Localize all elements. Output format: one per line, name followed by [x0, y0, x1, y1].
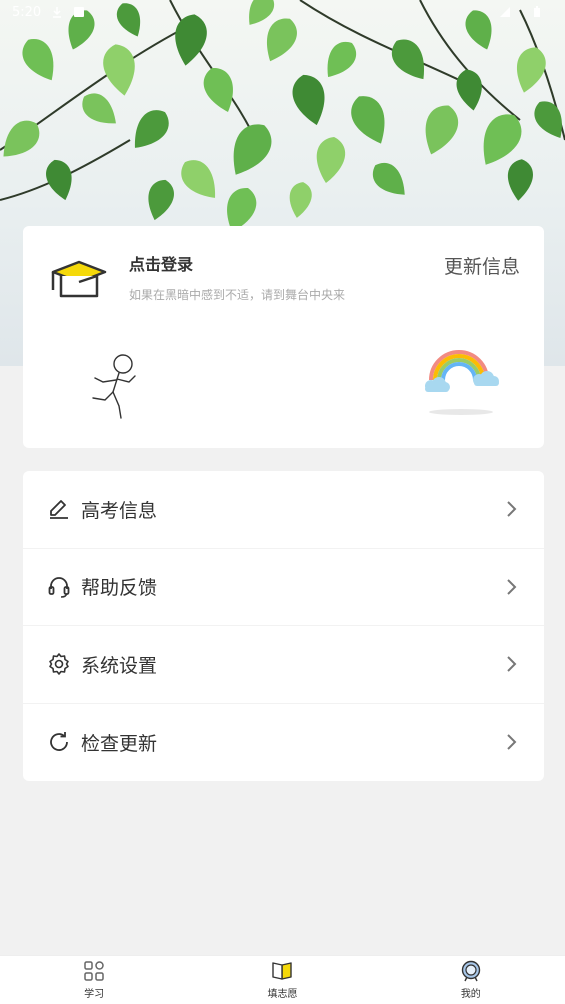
chevron-right-icon [507, 734, 517, 750]
gear-icon [49, 653, 69, 676]
leaf-shape [286, 180, 314, 220]
chevron-right-icon [507, 579, 517, 595]
menu-item-label: 帮助反馈 [81, 577, 158, 600]
leaf-shape [16, 32, 64, 88]
book-icon [272, 962, 293, 980]
download-icon [53, 7, 62, 18]
leaf-shape [174, 153, 226, 207]
menu-item-gaokao-info[interactable]: 高考信息 [23, 471, 544, 549]
rainbow-illustration [425, 350, 499, 415]
leaf-shape [317, 35, 363, 85]
menu-item-label: 检查更新 [81, 732, 158, 755]
chevron-right-icon [507, 501, 517, 517]
leaf-shape [142, 176, 178, 224]
menu-item-check-update[interactable]: 检查更新 [23, 704, 544, 782]
tab-mine[interactable]: 我的 [377, 956, 565, 1004]
leaf-shape [42, 156, 78, 204]
menu-item-label: 高考信息 [81, 499, 158, 522]
status-time: 5:20 [12, 4, 42, 20]
tab-study[interactable]: 学习 [0, 956, 188, 1004]
leaf-shape [366, 156, 414, 204]
leaf-shape [510, 43, 550, 97]
signal-icon [500, 7, 510, 17]
chevron-right-icon [507, 656, 517, 672]
grid-icon [84, 961, 104, 981]
leaf-shape [528, 95, 565, 145]
tab-application[interactable]: 填志愿 [188, 956, 376, 1004]
menu-item-system-settings[interactable]: 系统设置 [23, 626, 544, 704]
pencil-icon [50, 500, 68, 520]
leaf-shape [100, 41, 140, 99]
leaf-shape [344, 89, 396, 151]
leaf-shape [416, 100, 464, 160]
update-info-link[interactable]: 更新信息 [444, 252, 520, 279]
tab-label: 学习 [84, 989, 105, 1000]
menu-item-label: 系统设置 [81, 654, 158, 677]
login-subtitle: 如果在黑暗中感到不适，请到舞台中央来 [129, 288, 346, 302]
leaf-shape [454, 67, 486, 113]
leaf-shape [288, 70, 332, 130]
settings-menu: 高考信息 帮助反馈 系统设置 检查更新 [23, 471, 544, 781]
medal-icon [461, 960, 481, 982]
login-title[interactable]: 点击登录 [129, 251, 193, 275]
profile-card[interactable]: 点击登录 如果在黑暗中感到不适，请到舞台中央来 更新信息 [23, 226, 544, 448]
tab-label: 我的 [460, 989, 481, 1000]
bottom-tab-bar: 学习 填志愿 我的 [0, 955, 565, 1004]
graduation-cap-icon [51, 260, 107, 298]
refresh-icon [50, 732, 68, 752]
running-figure-illustration [92, 354, 136, 419]
leaf-shape [124, 103, 176, 157]
leaf-shape [505, 158, 535, 202]
headset-icon [48, 576, 70, 598]
leaf-shape [220, 116, 280, 184]
tab-label: 填志愿 [267, 989, 298, 1000]
leaf-shape [312, 134, 348, 186]
leaf-shape [385, 32, 435, 88]
battery-icon [534, 6, 540, 17]
status-bar: 5:20 [0, 0, 565, 24]
menu-item-help-feedback[interactable]: 帮助反馈 [23, 549, 544, 626]
app-notification-icon [74, 7, 85, 17]
leaf-shape [198, 63, 242, 117]
leaf-shape [76, 87, 124, 133]
